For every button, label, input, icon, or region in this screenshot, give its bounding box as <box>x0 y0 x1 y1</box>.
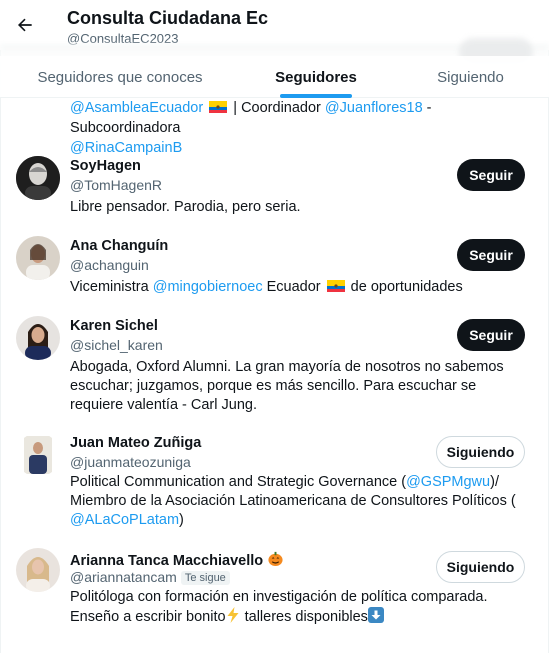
user-handle[interactable]: @ariannatancam Te sigue <box>70 569 230 585</box>
bio-mention[interactable]: @mingobiernoec <box>153 279 263 295</box>
user-bio: Viceministra @mingobiernoec Ecuador de o… <box>70 279 463 295</box>
user-cell-juan-mateo[interactable]: Juan Mateo Zuñiga @juanmateozuniga Sigui… <box>0 427 549 528</box>
page-title: Consulta Ciudadana Ec <box>67 8 269 28</box>
down-arrow-icon <box>367 607 384 623</box>
user-handle[interactable]: @achanguin <box>70 257 149 273</box>
user-handle[interactable]: @TomHagenR <box>70 177 162 193</box>
user-cell-achanguin[interactable]: Ana Changuín @achanguin Seguir Viceminis… <box>0 230 549 300</box>
lightning-icon <box>227 607 239 623</box>
user-name[interactable]: Juan Mateo Zuñiga <box>70 435 201 451</box>
tab-label: Seguidores <box>275 68 357 86</box>
following-button[interactable]: Siguiendo <box>436 436 525 468</box>
bio-mention[interactable]: @ALaCoPLatam <box>70 512 179 528</box>
user-name[interactable]: Ana Changuín <box>70 238 168 254</box>
user-bio: Abogada, Oxford Alumni. La gran mayoría … <box>70 359 504 413</box>
bio-mention[interactable]: @GSPMgwu <box>406 474 490 490</box>
follow-button[interactable]: Seguir <box>457 319 525 351</box>
user-cell-arianna[interactable]: Arianna Tanca Macchiavello @ariannatanca… <box>0 542 549 642</box>
ecuador-flag-icon <box>209 101 228 113</box>
ecuador-flag-icon <box>326 280 345 292</box>
user-cell-soyhagen[interactable]: SoyHagen @TomHagenR Seguir Libre pensado… <box>0 150 549 220</box>
tab-following[interactable]: Siguiendo <box>392 56 549 98</box>
avatar[interactable] <box>16 156 60 200</box>
tab-label: Siguiendo <box>437 68 504 86</box>
user-bio: Libre pensador. Parodia, pero seria. <box>70 199 301 215</box>
arrow-left-icon <box>18 18 32 32</box>
avatar[interactable] <box>16 433 60 477</box>
tab-bar: Seguidores que conoces Seguidores Siguie… <box>0 56 549 98</box>
follow-button[interactable]: Seguir <box>457 239 525 271</box>
previous-user-bio: @AsambleaEcuador | Coordinador @Juanflor… <box>70 100 432 156</box>
avatar[interactable] <box>16 548 60 592</box>
follow-button[interactable]: Seguir <box>457 159 525 191</box>
user-bio: Political Communication and Strategic Go… <box>70 474 516 528</box>
user-cell-karen-sichel[interactable]: Karen Sichel @sichel_karen Seguir Abogad… <box>0 310 549 413</box>
tab-label: Seguidores que conoces <box>37 68 203 86</box>
user-bio: Politóloga con formación en investigació… <box>70 589 488 625</box>
tab-known-followers[interactable]: Seguidores que conoces <box>0 56 240 98</box>
pumpkin-icon <box>268 551 283 567</box>
user-handle[interactable]: @sichel_karen <box>70 337 163 353</box>
following-button[interactable]: Siguiendo <box>436 551 525 583</box>
back-button[interactable] <box>12 12 38 38</box>
user-name[interactable]: Karen Sichel <box>70 318 158 334</box>
bio-mention[interactable]: @Juanflores18 <box>325 100 423 116</box>
follows-you-badge: Te sigue <box>180 571 230 585</box>
user-name[interactable]: Arianna Tanca Macchiavello <box>70 550 284 569</box>
user-handle[interactable]: @juanmateozuniga <box>70 454 191 470</box>
tab-followers[interactable]: Seguidores <box>240 56 392 98</box>
avatar[interactable] <box>16 236 60 280</box>
bio-mention[interactable]: @AsambleaEcuador <box>70 100 203 116</box>
user-name[interactable]: SoyHagen <box>70 158 141 174</box>
avatar[interactable] <box>16 316 60 360</box>
